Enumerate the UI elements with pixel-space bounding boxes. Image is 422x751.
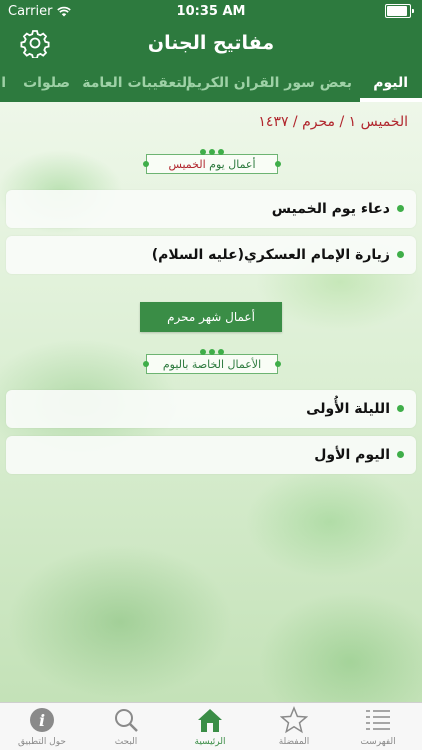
- nav-bar: مفاتيح الجنان: [0, 22, 422, 64]
- info-icon: i: [30, 708, 54, 732]
- month-deeds-button[interactable]: أعمال شهر محرم: [140, 302, 282, 332]
- tab-today[interactable]: اليوم: [373, 64, 408, 102]
- main-content: الخميس ١ / محرم / ١٤٣٧ أعمال يوم الخميس …: [0, 102, 422, 702]
- bullet-icon: [397, 205, 404, 212]
- home-icon: [198, 709, 222, 732]
- tab-home[interactable]: الرئيسية: [168, 703, 252, 751]
- day-section-label: أعمال يوم الخميس: [143, 149, 281, 174]
- tab-index[interactable]: الفهرست: [336, 703, 420, 751]
- app-title: مفاتيح الجنان: [147, 32, 275, 54]
- special-section-text: الأعمال الخاصة باليوم: [162, 358, 262, 371]
- bullet-icon: [397, 451, 404, 458]
- list-item[interactable]: زيارة الإمام العسكري(عليه السلام): [6, 236, 416, 274]
- search-icon: [115, 709, 138, 732]
- bullet-icon: [397, 405, 404, 412]
- list-item-label: زيارة الإمام العسكري(عليه السلام): [151, 247, 390, 263]
- gear-icon[interactable]: [20, 28, 50, 58]
- bottom-tab-bar: i حول التطبيق البحث الرئيسية المفضلة الف…: [0, 702, 422, 750]
- list-icon: [366, 710, 390, 730]
- tab-quran-surahs[interactable]: بعض سور القران الكريم: [186, 64, 352, 102]
- list-item[interactable]: الليلة الأُولى: [6, 390, 416, 428]
- day-section-highlight: الخميس: [168, 158, 206, 171]
- bullet-icon: [397, 251, 404, 258]
- status-bar: Carrier 10:35 AM: [0, 0, 422, 22]
- star-icon: [280, 706, 308, 734]
- tab-index-label: الفهرست: [360, 737, 396, 747]
- hijri-date: الخميس ١ / محرم / ١٤٣٧: [258, 114, 408, 130]
- list-item-label: دعاء يوم الخميس: [271, 201, 390, 217]
- list-item[interactable]: دعاء يوم الخميس: [6, 190, 416, 228]
- tab-favorites[interactable]: المفضلة: [252, 703, 336, 751]
- list-item-label: اليوم الأول: [314, 447, 390, 463]
- carrier-group: Carrier: [8, 3, 72, 19]
- tab-about-label: حول التطبيق: [18, 737, 66, 747]
- tab-favorites-label: المفضلة: [278, 737, 310, 747]
- wifi-icon: [57, 6, 72, 16]
- tab-search-label: البحث: [114, 737, 138, 747]
- category-tabs: اليوم بعض سور القران الكريم التعقيبات ال…: [0, 64, 422, 102]
- section-ornament: [200, 349, 224, 355]
- tab-search[interactable]: البحث: [84, 703, 168, 751]
- svg-text:i: i: [39, 711, 45, 730]
- tab-salawat[interactable]: صلوات: [23, 64, 70, 102]
- tab-partial[interactable]: ا: [1, 64, 6, 102]
- list-item[interactable]: اليوم الأول: [6, 436, 416, 474]
- carrier-label: Carrier: [8, 3, 53, 19]
- battery-icon: [385, 4, 414, 18]
- tab-about[interactable]: i حول التطبيق: [0, 703, 84, 751]
- special-section-label: الأعمال الخاصة باليوم: [143, 349, 281, 374]
- day-section-prefix: أعمال يوم: [209, 158, 256, 171]
- section-ornament: [200, 149, 224, 155]
- tab-general-taqibat[interactable]: التعقيبات العامة: [82, 64, 192, 102]
- battery-fill: [387, 6, 407, 16]
- list-item-label: الليلة الأُولى: [306, 401, 390, 417]
- tab-home-label: الرئيسية: [194, 737, 226, 747]
